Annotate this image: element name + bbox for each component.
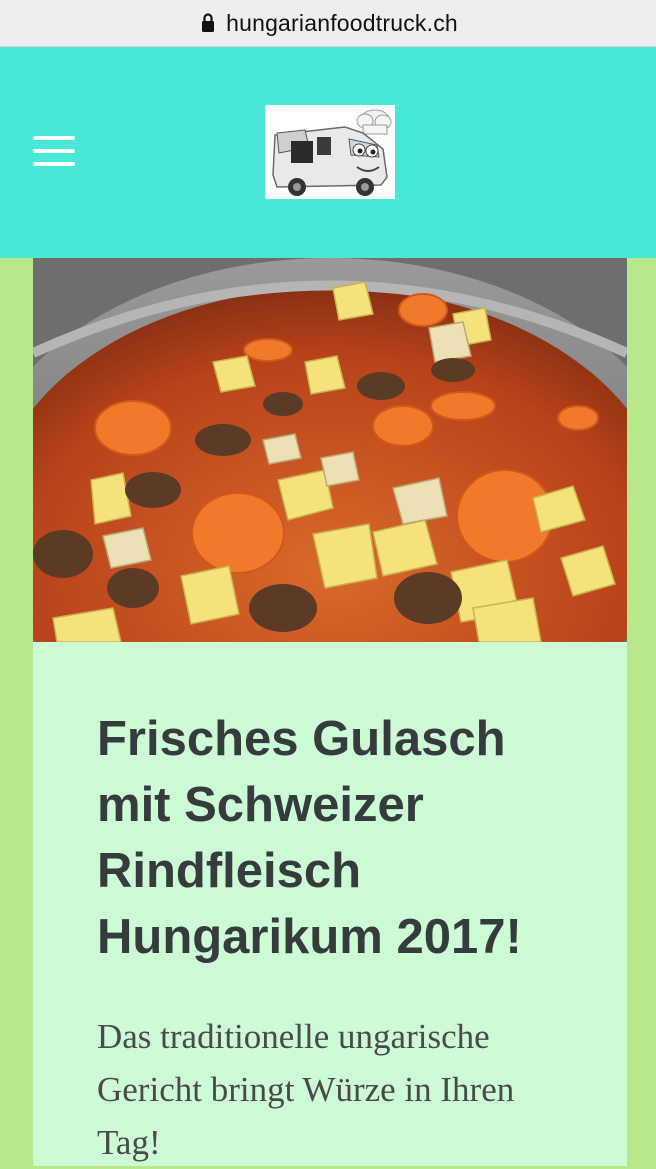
lock-icon <box>198 12 218 34</box>
hamburger-menu-icon[interactable] <box>33 136 77 166</box>
url-text: hungarianfoodtruck.ch <box>226 9 458 36</box>
post-excerpt: Das traditionelle ungarische Gericht bri… <box>97 1017 515 1162</box>
goulash-pot-photo <box>33 258 627 642</box>
post-title[interactable]: Frisches Gulasch mit Schweizer Rindfleis… <box>97 706 577 970</box>
food-truck-logo[interactable] <box>265 105 395 199</box>
browser-address-bar[interactable]: hungarianfoodtruck.ch <box>0 0 656 47</box>
